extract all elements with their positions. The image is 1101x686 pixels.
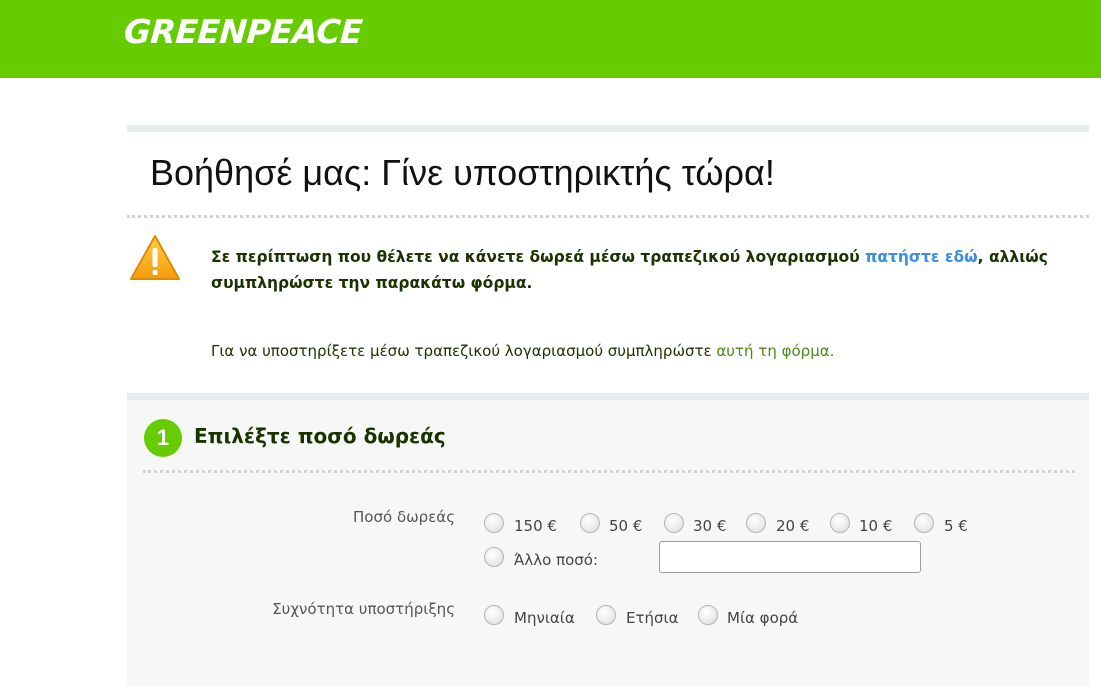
amount-label: Ποσό δωρεάς <box>353 508 455 526</box>
frequency-option-label: Μηνιαία <box>514 609 575 627</box>
amount-option-label: 30 € <box>693 517 727 535</box>
bank-donation-notice: Σε περίπτωση που θέλετε να κάνετε δωρεά … <box>211 244 1081 296</box>
other-amount-label: Άλλο ποσό: <box>514 551 599 569</box>
step-1-section: 1 Επιλέξτε ποσό δωρεάς Ποσό δωρεάς 150 €… <box>127 393 1089 686</box>
amount-radio-30[interactable] <box>664 513 684 533</box>
greenpeace-logo[interactable]: GREENPEACE <box>123 12 364 51</box>
amount-radio-50[interactable] <box>580 513 600 533</box>
warning-triangle-icon <box>130 235 180 280</box>
other-amount-input[interactable] <box>659 541 921 573</box>
amount-radio-20[interactable] <box>746 513 766 533</box>
intro-card: Βοήθησέ μας: Γίνε υποστηρικτής τώρα! Σε … <box>127 125 1089 395</box>
divider <box>127 215 1089 218</box>
frequency-radio-once[interactable] <box>698 605 718 625</box>
amount-option-label: 5 € <box>944 517 968 535</box>
frequency-radio-yearly[interactable] <box>596 605 616 625</box>
notice-text: Σε περίπτωση που θέλετε να κάνετε δωρεά … <box>211 248 866 266</box>
amount-radio-other[interactable] <box>484 547 504 567</box>
site-header: GREENPEACE <box>0 0 1101 78</box>
click-here-link[interactable]: πατήστε εδώ <box>865 248 978 266</box>
amount-option-label: 10 € <box>859 517 893 535</box>
frequency-option-label: Ετήσια <box>626 609 679 627</box>
section-title: Επιλέξτε ποσό δωρεάς <box>194 424 446 448</box>
amount-option-label: 150 € <box>514 517 557 535</box>
frequency-option-label: Μία φορά <box>727 609 799 627</box>
amount-option-label: 20 € <box>776 517 810 535</box>
info-text: Για να υποστηρίξετε μέσω τραπεζικού λογα… <box>211 342 717 360</box>
amount-radio-10[interactable] <box>830 513 850 533</box>
frequency-radio-monthly[interactable] <box>484 605 504 625</box>
amount-radio-150[interactable] <box>484 513 504 533</box>
amount-option-label: 50 € <box>609 517 643 535</box>
page-title: Βοήθησέ μας: Γίνε υποστηρικτής τώρα! <box>150 152 775 193</box>
bank-form-link[interactable]: αυτή τη φόρμα. <box>716 342 834 360</box>
amount-radio-5[interactable] <box>914 513 934 533</box>
step-number-badge: 1 <box>144 419 182 457</box>
frequency-label: Συχνότητα υποστήριξης <box>272 600 455 618</box>
bank-support-info: Για να υποστηρίξετε μέσω τραπεζικού λογα… <box>211 342 834 360</box>
divider <box>143 470 1075 473</box>
